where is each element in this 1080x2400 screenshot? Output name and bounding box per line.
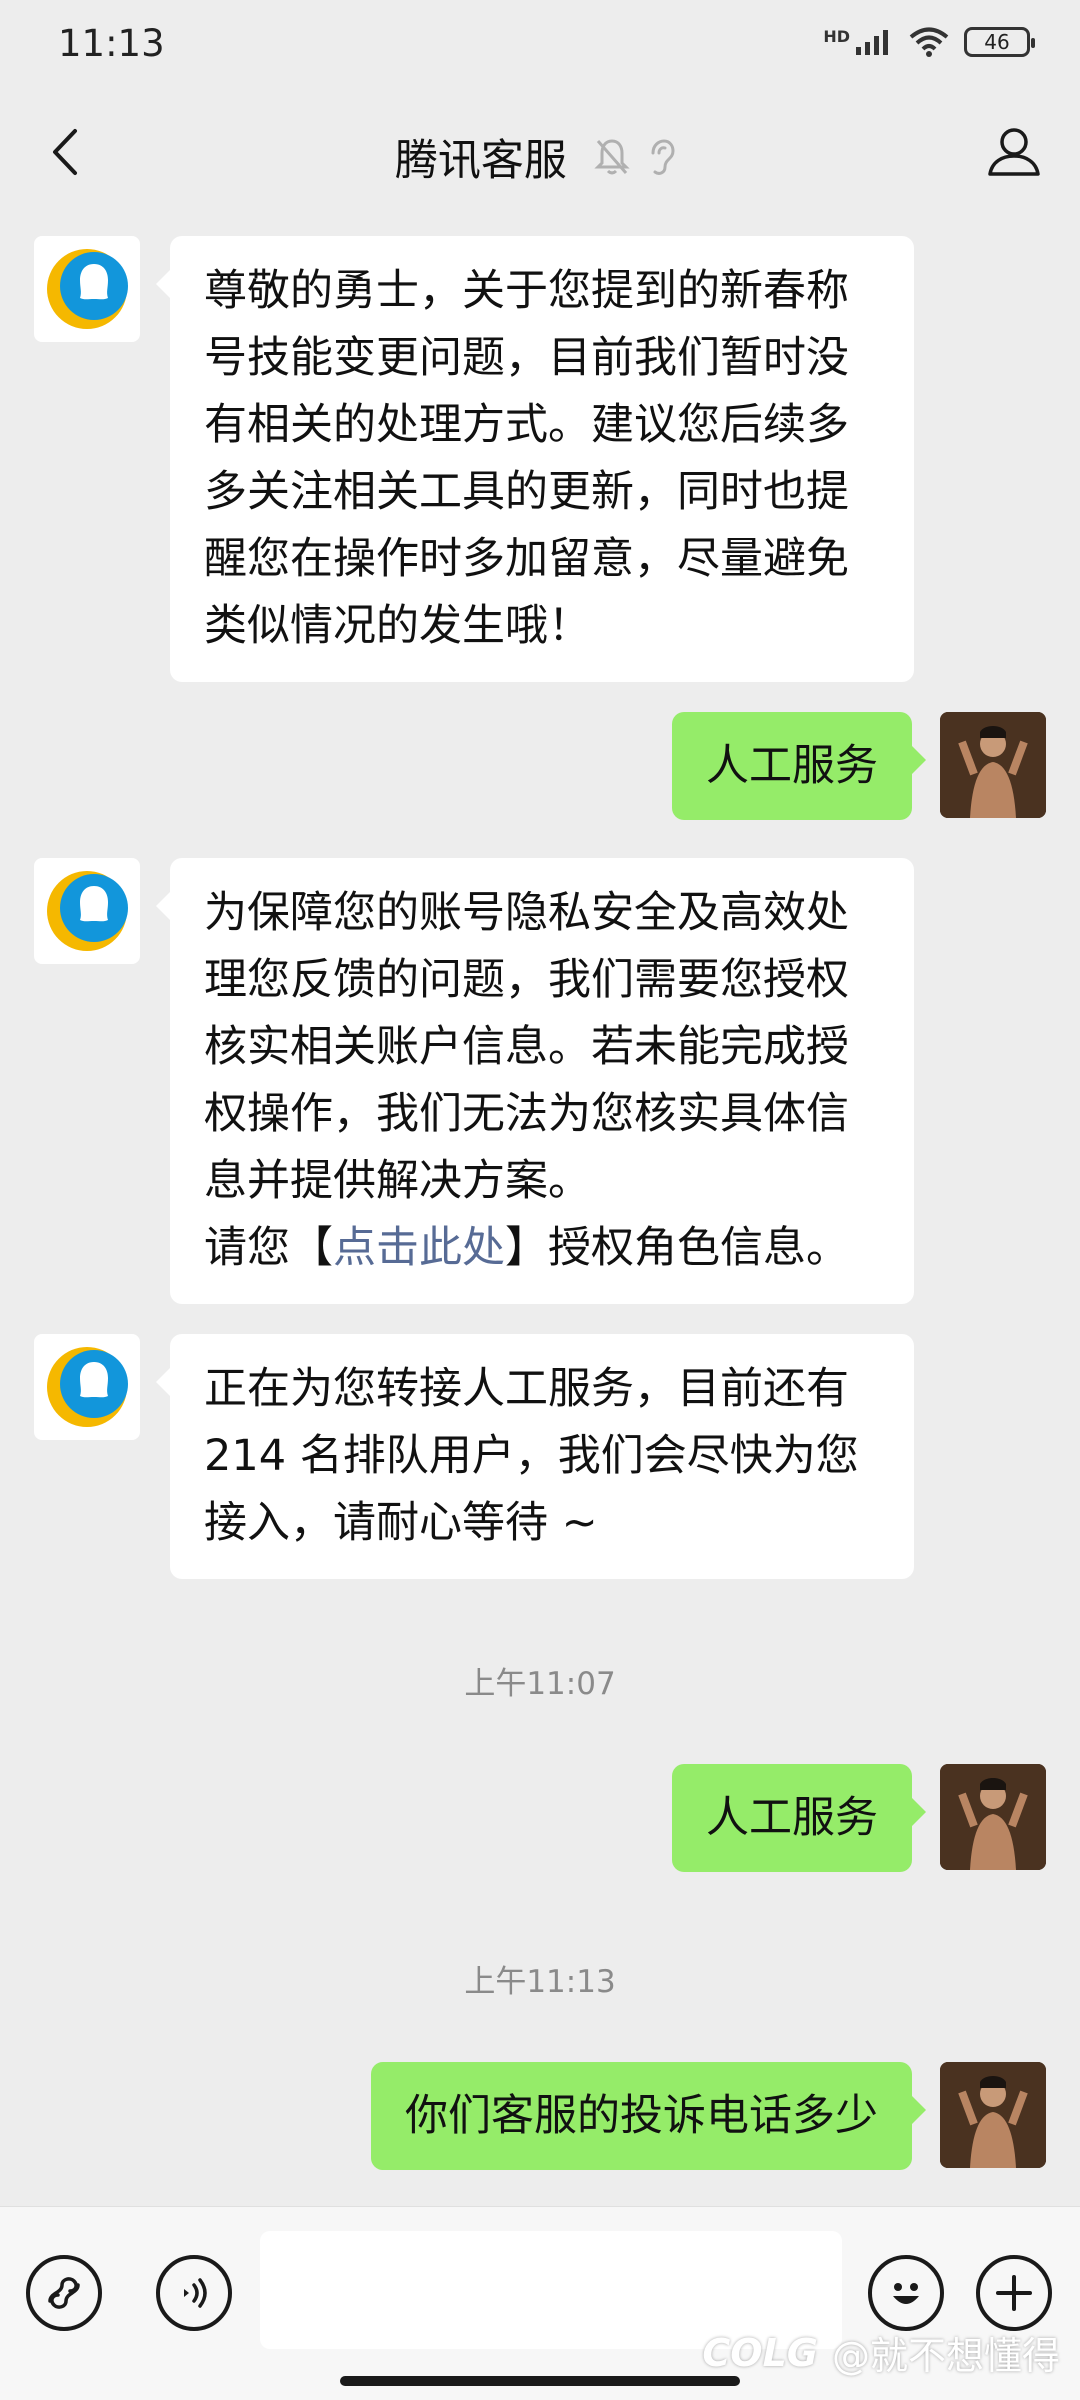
message-bubble-self[interactable]: 人工服务 xyxy=(672,712,926,820)
message-bubble-bot[interactable]: 尊敬的勇士，关于您提到的新春称号技能变更问题，目前我们暂时没有相关的处理方式。建… xyxy=(156,236,914,682)
signal-icon xyxy=(856,30,888,55)
emoji-button[interactable] xyxy=(868,2255,944,2331)
mini-program-button[interactable] xyxy=(26,2255,102,2331)
ear-icon xyxy=(651,139,675,175)
input-bar: COLG @就不想懂得 xyxy=(0,2206,1080,2400)
message-bubble-bot[interactable]: 正在为您转接人工服务，目前还有214 名排队用户，我们会尽快为您接入，请耐心等待… xyxy=(156,1334,914,1579)
profile-button[interactable] xyxy=(982,120,1046,184)
battery-level: 46 xyxy=(984,30,1010,54)
message-text-suffix: 】授权角色信息。 xyxy=(505,1223,849,1273)
user-avatar-image xyxy=(940,1764,1046,1870)
user-avatar[interactable] xyxy=(940,1764,1046,1870)
message-bubble-self[interactable]: 人工服务 xyxy=(672,1764,926,1872)
message-text: 正在为您转接人工服务，目前还有214 名排队用户，我们会尽快为您接入，请耐心等待… xyxy=(204,1364,859,1548)
message-text: 为保障您的账号隐私安全及高效处理您反馈的问题，我们需要您授权核实相关账户信息。若… xyxy=(204,888,849,1206)
mute-bell-icon xyxy=(594,139,630,175)
plus-icon xyxy=(996,2275,1032,2311)
title-status-icons xyxy=(594,137,685,177)
message-bubble-self[interactable]: 你们客服的投诉电话多少 xyxy=(371,2062,926,2170)
user-avatar-image xyxy=(940,2062,1046,2168)
message-text: 人工服务 xyxy=(706,741,878,791)
qq-penguin-icon xyxy=(47,249,128,329)
qq-penguin-icon xyxy=(47,871,128,951)
mini-program-icon xyxy=(48,2277,80,2309)
message-text-prefix: 请您【 xyxy=(204,1223,333,1273)
message-text: 你们客服的投诉电话多少 xyxy=(405,2091,878,2141)
message-bubble-bot[interactable]: 为保障您的账号隐私安全及高效处理您反馈的问题，我们需要您授权核实相关账户信息。若… xyxy=(156,858,914,1304)
network-label: HD xyxy=(823,26,850,46)
watermark-handle: @就不想懂得 xyxy=(831,2334,1060,2378)
bot-avatar[interactable] xyxy=(34,858,140,964)
bot-avatar[interactable] xyxy=(34,236,140,342)
home-indicator xyxy=(340,2376,740,2386)
profile-icon xyxy=(988,128,1040,176)
more-button[interactable] xyxy=(976,2255,1052,2331)
user-avatar-image xyxy=(940,712,1046,818)
status-time: 11:13 xyxy=(58,22,165,65)
status-icons: HD 46 xyxy=(823,26,1035,58)
voice-icon xyxy=(184,2278,207,2308)
message-timestamp: 上午11:07 xyxy=(464,1666,616,1702)
voice-button[interactable] xyxy=(156,2255,232,2331)
watermark-brand: COLG xyxy=(702,2330,818,2375)
title-bar: 腾讯客服 xyxy=(0,96,1080,216)
qq-penguin-icon xyxy=(47,1347,128,1427)
message-text: 人工服务 xyxy=(706,1793,878,1843)
wifi-icon xyxy=(909,27,949,57)
message-timestamp: 上午11:13 xyxy=(464,1964,616,2000)
battery-indicator: 46 xyxy=(964,27,1035,57)
watermark: COLG @就不想懂得 xyxy=(702,2325,1060,2380)
status-bar: 11:13 HD 46 xyxy=(0,0,1080,90)
user-avatar[interactable] xyxy=(940,712,1046,818)
bot-avatar[interactable] xyxy=(34,1334,140,1440)
chat-title: 腾讯客服 xyxy=(394,136,567,186)
emoji-icon xyxy=(893,2283,919,2304)
message-text: 尊敬的勇士，关于您提到的新春称号技能变更问题，目前我们暂时没有相关的处理方式。建… xyxy=(204,266,849,651)
authorize-link[interactable]: 点击此处 xyxy=(333,1223,505,1273)
user-avatar[interactable] xyxy=(940,2062,1046,2168)
title-wrap: 腾讯客服 xyxy=(0,126,1080,188)
